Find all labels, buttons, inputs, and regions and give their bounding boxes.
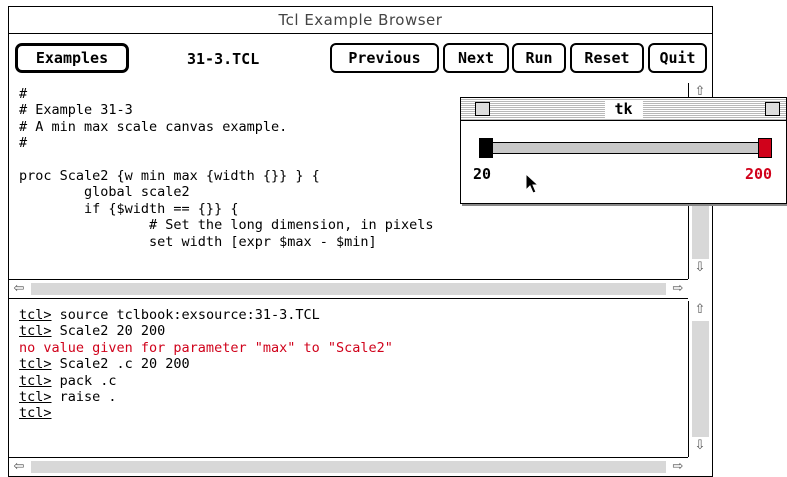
scroll-right-arrow-icon[interactable]: ⇨ — [668, 458, 688, 476]
max-marker[interactable] — [758, 138, 772, 158]
console-command-text: source tclbook:exsource:31-3.TCL — [51, 307, 320, 323]
scroll-left-arrow-icon[interactable]: ⇦ — [9, 280, 29, 298]
console-prompt: tcl> — [19, 323, 52, 340]
source-line: # Example 31-3 — [19, 102, 133, 119]
scroll-up-arrow-icon[interactable]: ⇧ — [690, 301, 710, 319]
console-command-text: Scale2 20 200 — [51, 323, 166, 340]
source-line: # — [19, 86, 28, 102]
tk-titlebar[interactable]: tk — [461, 98, 786, 121]
scale-track — [481, 142, 765, 154]
quit-button[interactable]: Quit — [648, 43, 707, 73]
min-marker[interactable] — [479, 138, 493, 158]
source-line: # Set the long dimension, in pixels — [19, 217, 434, 234]
zoom-box-icon[interactable] — [765, 102, 780, 116]
previous-button[interactable]: Previous — [330, 43, 439, 73]
run-button[interactable]: Run — [512, 43, 566, 73]
next-button[interactable]: Next — [443, 43, 509, 73]
console-text: tcl> source tclbook:exsource:31-3.TCL tcl… — [19, 307, 393, 422]
console-error-text: no value given for parameter "max" to "S… — [19, 339, 393, 356]
console-prompt: tcl> — [19, 307, 52, 323]
console-vertical-scrollbar[interactable]: ⇧ ⇩ — [688, 301, 712, 457]
scroll-track[interactable] — [692, 321, 709, 437]
source-horizontal-scrollbar[interactable]: ⇦ ⇨ — [9, 279, 688, 299]
scroll-track[interactable] — [31, 461, 666, 473]
console-line: tcl> source tclbook:exsource:31-3.TCL — [19, 307, 393, 323]
scale-canvas[interactable]: 20 200 — [461, 121, 786, 203]
scroll-right-arrow-icon[interactable]: ⇨ — [668, 280, 688, 298]
scroll-track[interactable] — [31, 283, 666, 295]
window-title: Tcl Example Browser — [9, 7, 712, 34]
console-prompt: tcl> — [19, 356, 52, 373]
console-line: no value given for parameter "max" to "S… — [19, 340, 393, 356]
console-prompt: tcl> — [19, 389, 52, 406]
console-line: tcl> Scale2 20 200 — [19, 323, 393, 339]
console-line: tcl> — [19, 405, 393, 421]
browser-window: Tcl Example Browser Examples 31-3.TCL Pr… — [8, 6, 713, 477]
console-command-text: Scale2 .c 20 200 — [51, 356, 190, 373]
source-line: proc Scale2 {w min max {width {}} } { — [19, 168, 320, 185]
close-box-icon[interactable] — [475, 102, 490, 116]
file-label: 31-3.TCL — [187, 50, 260, 68]
source-line: global scale2 — [19, 184, 190, 201]
scroll-down-arrow-icon[interactable]: ⇩ — [690, 259, 710, 277]
tk-window-title: tk — [604, 100, 643, 118]
console-pane[interactable]: tcl> source tclbook:exsource:31-3.TCL tcl… — [9, 301, 690, 457]
source-line: # A min max scale canvas example. — [19, 118, 288, 135]
source-line: set width [expr $max - $min] — [19, 233, 377, 250]
console-command-text: pack .c — [51, 372, 117, 389]
max-value-label: 200 — [745, 165, 773, 183]
toolbar: Examples 31-3.TCL Previous Next Run Rese… — [9, 34, 712, 82]
cursor-arrow-icon — [525, 173, 540, 194]
examples-button[interactable]: Examples — [15, 43, 129, 73]
console-prompt: tcl> — [19, 405, 52, 422]
source-line — [19, 152, 434, 168]
scroll-down-arrow-icon[interactable]: ⇩ — [690, 437, 710, 455]
source-line: if {$width == {}} { — [19, 200, 239, 217]
reset-button[interactable]: Reset — [570, 43, 644, 73]
console-prompt: tcl> — [19, 372, 52, 389]
console-command-text: raise . — [51, 389, 117, 406]
min-value-label: 20 — [473, 165, 492, 183]
console-horizontal-scrollbar[interactable]: ⇦ ⇨ — [9, 457, 688, 477]
scroll-left-arrow-icon[interactable]: ⇦ — [9, 458, 29, 476]
console-line: tcl> Scale2 .c 20 200 — [19, 356, 393, 372]
tk-window: tk 20 200 — [460, 97, 787, 204]
source-text: # # Example 31-3 # A min max scale canvas … — [19, 86, 434, 250]
console-line: tcl> raise . — [19, 389, 393, 405]
source-line: # — [19, 135, 28, 152]
console-line: tcl> pack .c — [19, 373, 393, 389]
